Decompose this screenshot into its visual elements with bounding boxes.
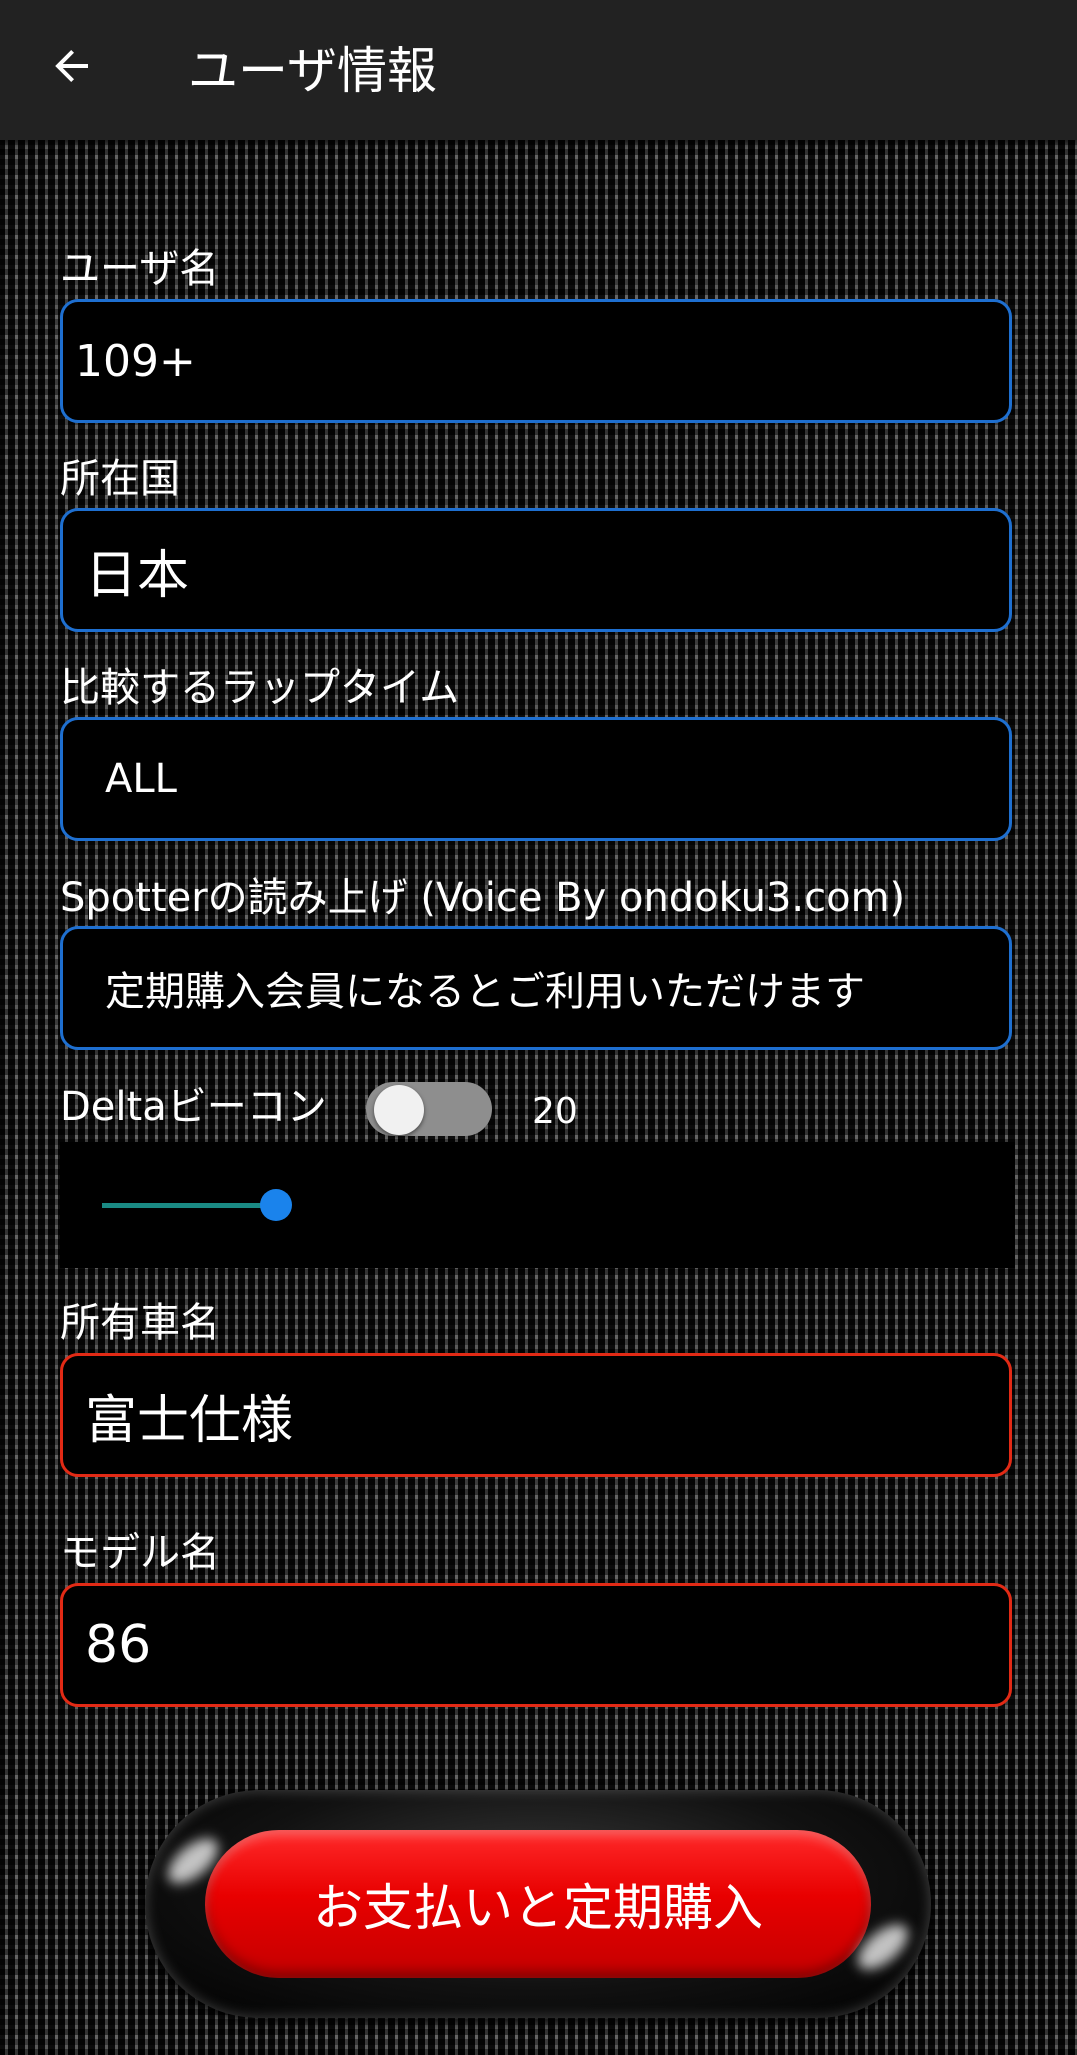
country-select[interactable]: 日本 — [60, 508, 1012, 632]
user-name-label: ユーザ名 — [60, 246, 220, 292]
delta-beacon-toggle[interactable] — [366, 1080, 492, 1138]
lap-compare-label: 比較するラップタイム — [60, 665, 460, 711]
delta-beacon-slider-panel — [60, 1142, 1015, 1268]
back-button[interactable] — [36, 30, 108, 102]
page-title: ユーザ情報 — [188, 42, 437, 100]
slider-track[interactable] — [102, 1203, 277, 1208]
car-name-label: 所有車名 — [60, 1300, 220, 1346]
spotter-select[interactable]: 定期購入会員になるとご利用いただけます — [60, 926, 1012, 1050]
model-name-input[interactable]: 86 — [60, 1583, 1012, 1707]
arrow-back-icon — [55, 50, 88, 82]
slider-thumb[interactable] — [260, 1189, 292, 1221]
car-name-input[interactable]: 富士仕様 — [60, 1353, 1012, 1477]
spotter-label: Spotterの読み上げ (Voice By ondoku3.com) — [60, 875, 906, 921]
pay-and-subscribe-button[interactable]: お支払いと定期購入 — [205, 1830, 871, 1978]
delta-beacon-label: Deltaビーコン — [60, 1084, 327, 1130]
lap-compare-select[interactable]: ALL — [60, 717, 1012, 841]
app-bar: ユーザ情報 — [0, 0, 1077, 140]
model-name-label: モデル名 — [60, 1530, 220, 1576]
pay-button-frame: お支払いと定期購入 — [145, 1790, 931, 2018]
user-name-input[interactable]: 109+ — [60, 299, 1012, 423]
country-label: 所在国 — [60, 456, 180, 502]
toggle-thumb — [374, 1085, 424, 1135]
delta-beacon-value: 20 — [532, 1091, 578, 1132]
